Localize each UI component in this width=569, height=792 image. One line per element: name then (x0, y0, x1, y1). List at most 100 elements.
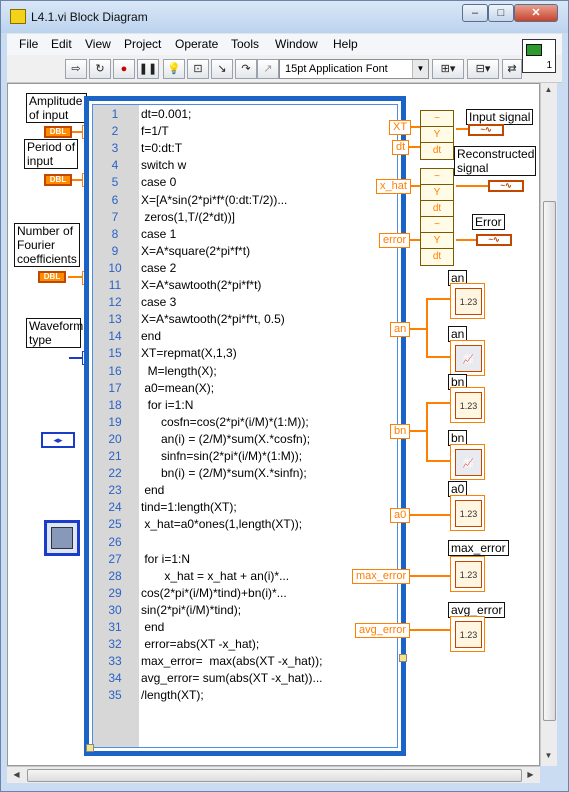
output-max-error[interactable]: max_error (352, 569, 411, 584)
script-line[interactable]: error=abs(XT -x_hat); (141, 637, 259, 651)
an-graph-indicator[interactable]: 📈 (450, 340, 485, 376)
script-line[interactable]: bn(i) = (2/M)*sum(X.*sinfn); (141, 466, 307, 480)
mathscript-node[interactable]: 1 dt=0.001; 2 f=1/T 3 t=0:dt:T 4 switch w 5 case … (84, 96, 406, 756)
output-avg-error[interactable]: avg_error (355, 623, 411, 638)
script-line[interactable]: case 0 (141, 175, 176, 189)
run-continuously-icon[interactable]: ↻ (89, 59, 111, 79)
script-line[interactable]: zeros(1,T/(2*dt))] (141, 210, 235, 224)
cluster-constant[interactable] (44, 520, 80, 556)
input-signal-chart-icon[interactable]: ~∿ (468, 124, 504, 136)
block-diagram-canvas[interactable]: Amplitude of input DBL A Period of input… (7, 83, 540, 766)
reorder-icon[interactable]: ⇄ (502, 59, 522, 79)
script-line[interactable]: cos(2*pi*(i/M)*tind)+bn(i)*... (141, 586, 287, 600)
a0-indicator[interactable]: 1.23 (450, 495, 485, 531)
line-number: 18 (108, 397, 122, 412)
script-line[interactable]: x_hat = x_hat + an(i)*... (141, 569, 289, 583)
distribute-objects-icon[interactable]: ⊟▾ (467, 59, 499, 79)
script-line[interactable]: X=A*square(2*pi*f*t) (141, 244, 250, 258)
maximize-button[interactable]: □ (488, 4, 514, 22)
script-line[interactable]: for i=1:N (141, 398, 194, 412)
script-line[interactable]: for i=1:N (141, 552, 190, 566)
abort-icon[interactable]: ● (113, 59, 135, 79)
output-error[interactable]: error (379, 233, 411, 248)
scroll-right-icon[interactable]: ▶ (523, 770, 538, 779)
output-x-hat[interactable]: x_hat (376, 179, 411, 194)
menu-tools[interactable]: Tools (231, 37, 259, 51)
waveform-control[interactable]: ◂▸ (41, 432, 75, 448)
menu-window[interactable]: Window (275, 37, 318, 51)
menu-view[interactable]: View (85, 37, 111, 51)
script-line[interactable]: end (141, 620, 164, 634)
script-line[interactable]: f=1/T (141, 124, 169, 138)
script-line[interactable]: max_error= max(abs(XT -x_hat)); (141, 654, 323, 668)
vi-icon[interactable]: 1 (522, 39, 556, 73)
script-line[interactable]: x_hat=a0*ones(1,length(XT)); (141, 517, 302, 531)
vertical-scrollbar[interactable]: ▲ ▼ (540, 83, 557, 766)
error-chart-icon[interactable]: ~∿ (476, 234, 512, 246)
minimize-button[interactable]: – (462, 4, 488, 22)
step-into-icon[interactable]: ↘ (211, 59, 233, 79)
step-out-icon[interactable]: ↗ (257, 59, 279, 79)
bn-array-indicator[interactable]: 1.23 (450, 387, 485, 423)
bundle-reconstructed[interactable]: ~ Y dt (420, 168, 454, 218)
output-a0[interactable]: a0 (390, 508, 411, 523)
script-line[interactable]: X=A*sawtooth(2*pi*f*t) (141, 278, 261, 292)
period-control[interactable]: DBL (44, 174, 72, 186)
amplitude-label: Amplitude of input (26, 93, 87, 123)
retain-wire-values-icon[interactable]: ⊡ (187, 59, 209, 79)
output-an[interactable]: an (390, 322, 411, 337)
reconstructed-chart-icon[interactable]: ~∿ (488, 180, 524, 192)
script-line[interactable]: case 2 (141, 261, 176, 275)
bn-graph-indicator[interactable]: 📈 (450, 444, 485, 480)
font-selector[interactable]: 15pt Application Font ▼ (279, 59, 429, 79)
bundle-input-signal[interactable]: ~ Y dt (420, 110, 454, 160)
pause-icon[interactable]: ❚❚ (137, 59, 159, 79)
an-array-indicator[interactable]: 1.23 (450, 283, 485, 319)
script-line[interactable]: XT=repmat(X,1,3) (141, 346, 237, 360)
script-line[interactable]: /length(XT); (141, 688, 204, 702)
output-dt[interactable]: dt (392, 140, 410, 155)
run-icon[interactable]: ⇨ (65, 59, 87, 79)
step-over-icon[interactable]: ↷ (235, 59, 257, 79)
menu-operate[interactable]: Operate (175, 37, 218, 51)
menu-project[interactable]: Project (124, 37, 161, 51)
scroll-up-icon[interactable]: ▲ (541, 85, 556, 94)
max-error-indicator[interactable]: 1.23 (450, 556, 485, 592)
output-bn[interactable]: bn (390, 424, 411, 439)
script-line[interactable]: case 1 (141, 227, 176, 241)
scroll-left-icon[interactable]: ◀ (9, 770, 24, 779)
script-line[interactable]: end (141, 329, 161, 343)
menu-help[interactable]: Help (333, 37, 358, 51)
line-number: 24 (108, 500, 122, 515)
script-line[interactable]: X=A*sawtooth(2*pi*f*t, 0.5) (141, 312, 285, 326)
menu-file[interactable]: File (19, 37, 38, 51)
script-line[interactable]: end (141, 483, 164, 497)
vertical-scroll-thumb[interactable] (543, 201, 556, 721)
avg-error-indicator[interactable]: 1.23 (450, 616, 485, 652)
script-line[interactable]: avg_error= sum(abs(XT -x_hat))... (141, 671, 323, 685)
script-line[interactable]: X=[A*sin(2*pi*f*(0:dt:T/2))... (141, 193, 287, 207)
script-line[interactable]: switch w (141, 158, 186, 172)
script-line[interactable]: t=0:dt:T (141, 141, 182, 155)
menu-edit[interactable]: Edit (51, 37, 72, 51)
amplitude-control[interactable]: DBL (44, 126, 72, 138)
close-button[interactable]: ✕ (514, 4, 558, 22)
bundle-error[interactable]: ~ Y dt (420, 216, 454, 266)
highlight-execution-icon[interactable]: 💡 (163, 59, 185, 79)
script-line[interactable]: tind=1:length(XT); (141, 500, 237, 514)
node-corner-marker (399, 654, 407, 662)
fourier-control[interactable]: DBL (38, 271, 66, 283)
script-line[interactable]: an(i) = (2/M)*sum(X.*cosfn); (141, 432, 310, 446)
scroll-down-icon[interactable]: ▼ (541, 751, 556, 760)
horizontal-scrollbar[interactable]: ◀ ▶ (7, 766, 540, 783)
script-line[interactable]: case 3 (141, 295, 176, 309)
output-xt[interactable]: XT (389, 120, 412, 135)
script-line[interactable]: dt=0.001; (141, 107, 191, 121)
script-line[interactable]: cosfn=cos(2*pi*(i/M)*(1:M)); (141, 415, 309, 429)
script-line[interactable]: a0=mean(X); (141, 381, 214, 395)
script-line[interactable]: M=length(X); (141, 364, 217, 378)
script-line[interactable]: sin(2*pi*(i/M)*tind); (141, 603, 241, 617)
horizontal-scroll-thumb[interactable] (27, 769, 522, 782)
align-objects-icon[interactable]: ⊞▾ (432, 59, 464, 79)
script-line[interactable]: sinfn=sin(2*pi*(i/M)*(1:M)); (141, 449, 302, 463)
